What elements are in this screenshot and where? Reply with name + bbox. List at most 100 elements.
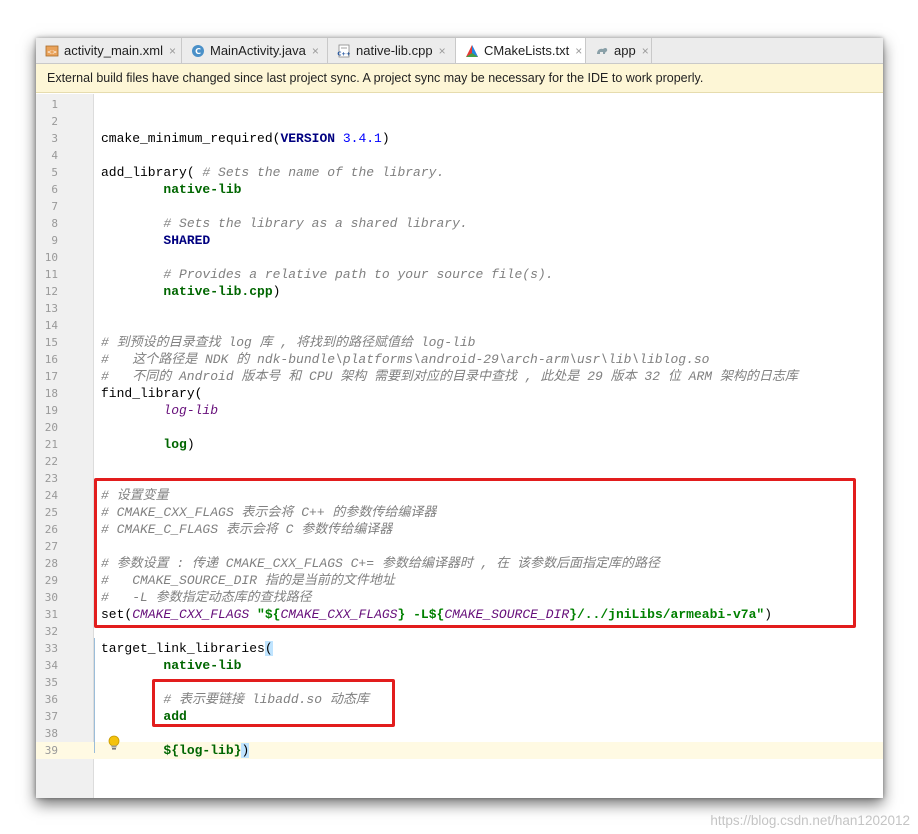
java-class-icon: C <box>191 44 205 58</box>
code-line[interactable]: 12 native-lib.cpp) <box>36 283 883 300</box>
line-number: 1 <box>51 98 58 111</box>
code-text: target_link_libraries( <box>101 640 273 657</box>
ide-editor-window: <> activity_main.xml × C MainActivity.java × C… <box>36 38 883 798</box>
tab-label: MainActivity.java <box>210 43 306 58</box>
line-number: 33 <box>44 642 58 655</box>
sync-notification-banner: External build files have changed since … <box>36 64 883 93</box>
code-line[interactable]: 10 <box>36 249 883 266</box>
lightbulb-intention-icon[interactable] <box>108 735 120 756</box>
close-tab-icon[interactable]: × <box>575 44 582 58</box>
code-text: add_library( # Sets the name of the libr… <box>101 164 444 181</box>
code-line[interactable]: 8 # Sets the library as a shared library… <box>36 215 883 232</box>
code-line[interactable]: 18 find_library( <box>36 385 883 402</box>
line-number: 13 <box>44 302 58 315</box>
code-text: native-lib.cpp) <box>101 283 280 300</box>
token: ) <box>381 131 390 146</box>
line-number: 10 <box>44 251 58 264</box>
tab-label: native-lib.cpp <box>356 43 433 58</box>
code-line[interactable]: 13 <box>36 300 883 317</box>
close-tab-icon[interactable]: × <box>312 44 319 58</box>
line-number: 17 <box>44 370 58 383</box>
close-tab-icon[interactable]: × <box>169 44 176 58</box>
token: native-lib.cpp <box>163 284 273 299</box>
token: # Sets the library as a shared library. <box>163 216 468 231</box>
tab-app[interactable]: app × <box>586 38 652 63</box>
line-number: 9 <box>51 234 58 247</box>
line-number: 27 <box>44 540 58 553</box>
token: ) <box>186 437 195 452</box>
token: log <box>163 437 187 452</box>
code-line[interactable]: 21 log) <box>36 436 883 453</box>
code-line[interactable]: 38 <box>36 725 883 742</box>
line-number: 6 <box>51 183 58 196</box>
line-number: 16 <box>44 353 58 366</box>
line-number: 26 <box>44 523 58 536</box>
token: ( <box>264 641 273 656</box>
cmake-icon <box>465 44 479 58</box>
line-number: 32 <box>44 625 58 638</box>
code-line[interactable]: 39 ${log-lib}) <box>36 742 883 759</box>
svg-text:<>: <> <box>47 49 57 56</box>
tab-mainactivity-java[interactable]: C MainActivity.java × <box>182 38 328 63</box>
code-line[interactable]: 7 <box>36 198 883 215</box>
cpp-file-icon: C++ <box>337 44 351 58</box>
token: ) <box>241 743 250 758</box>
code-line[interactable]: 11 # Provides a relative path to your so… <box>36 266 883 283</box>
token: 3.4.1 <box>335 131 382 146</box>
code-line[interactable]: 6 native-lib <box>36 181 883 198</box>
code-line[interactable]: 17 # 不同的 Android 版本号 和 CPU 架构 需要到对应的目录中查找… <box>36 368 883 385</box>
line-number: 4 <box>51 149 58 162</box>
token: VERSION <box>280 131 336 146</box>
line-number: 11 <box>44 268 58 281</box>
code-line[interactable]: 5 add_library( # Sets the name of the lib… <box>36 164 883 181</box>
code-text: # Provides a relative path to your sourc… <box>101 266 553 283</box>
code-line[interactable]: 19 log-lib <box>36 402 883 419</box>
close-tab-icon[interactable]: × <box>642 44 649 58</box>
line-number: 36 <box>44 693 58 706</box>
token: ) <box>272 284 281 299</box>
code-line[interactable]: 22 <box>36 453 883 470</box>
token: native-lib <box>163 658 242 673</box>
code-line[interactable]: 15 # 到预设的目录查找 log 库 , 将找到的路径赋值给 log-lib <box>36 334 883 351</box>
code-text: find_library( <box>101 385 202 402</box>
line-number: 31 <box>44 608 58 621</box>
code-line[interactable]: 2 <box>36 113 883 130</box>
code-line[interactable]: 14 <box>36 317 883 334</box>
token: find_library( <box>101 386 203 401</box>
code-text: log-lib <box>101 402 218 419</box>
tab-label: CMakeLists.txt <box>484 43 570 58</box>
xml-layout-icon: <> <box>45 44 59 58</box>
code-line[interactable]: 4 <box>36 147 883 164</box>
code-text: native-lib <box>101 181 241 198</box>
code-line[interactable]: 9 SHARED <box>36 232 883 249</box>
token: log-lib <box>163 403 219 418</box>
close-tab-icon[interactable]: × <box>439 44 446 58</box>
fold-region-marker <box>94 638 95 753</box>
line-number: 22 <box>44 455 58 468</box>
code-line[interactable]: 20 <box>36 419 883 436</box>
line-number: 29 <box>44 574 58 587</box>
line-number: 15 <box>44 336 58 349</box>
code-line[interactable]: 34 native-lib <box>36 657 883 674</box>
svg-text:C: C <box>195 47 201 56</box>
line-number: 8 <box>51 217 58 230</box>
line-number: 20 <box>44 421 58 434</box>
code-line[interactable]: 16 # 这个路径是 NDK 的 ndk-bundle\platforms\and… <box>36 351 883 368</box>
token: # 不同的 Android 版本号 和 CPU 架构 需要到对应的目录中查找 ,… <box>101 369 798 384</box>
line-number: 24 <box>44 489 58 502</box>
code-line[interactable]: 3 cmake_minimum_required(VERSION 3.4.1) <box>36 130 883 147</box>
line-number: 30 <box>44 591 58 604</box>
line-number: 18 <box>44 387 58 400</box>
code-text: # 这个路径是 NDK 的 ndk-bundle\platforms\andro… <box>101 351 710 368</box>
annotation-box-link-add <box>152 679 395 727</box>
tab-activity-main-xml[interactable]: <> activity_main.xml × <box>36 38 182 63</box>
tab-native-lib-cpp[interactable]: C++ native-lib.cpp × <box>328 38 456 63</box>
tab-cmakelists-txt[interactable]: CMakeLists.txt × <box>456 38 586 63</box>
code-line[interactable]: 1 <box>36 96 883 113</box>
line-number: 34 <box>44 659 58 672</box>
line-number: 25 <box>44 506 58 519</box>
code-line[interactable]: 33 target_link_libraries( <box>36 640 883 657</box>
